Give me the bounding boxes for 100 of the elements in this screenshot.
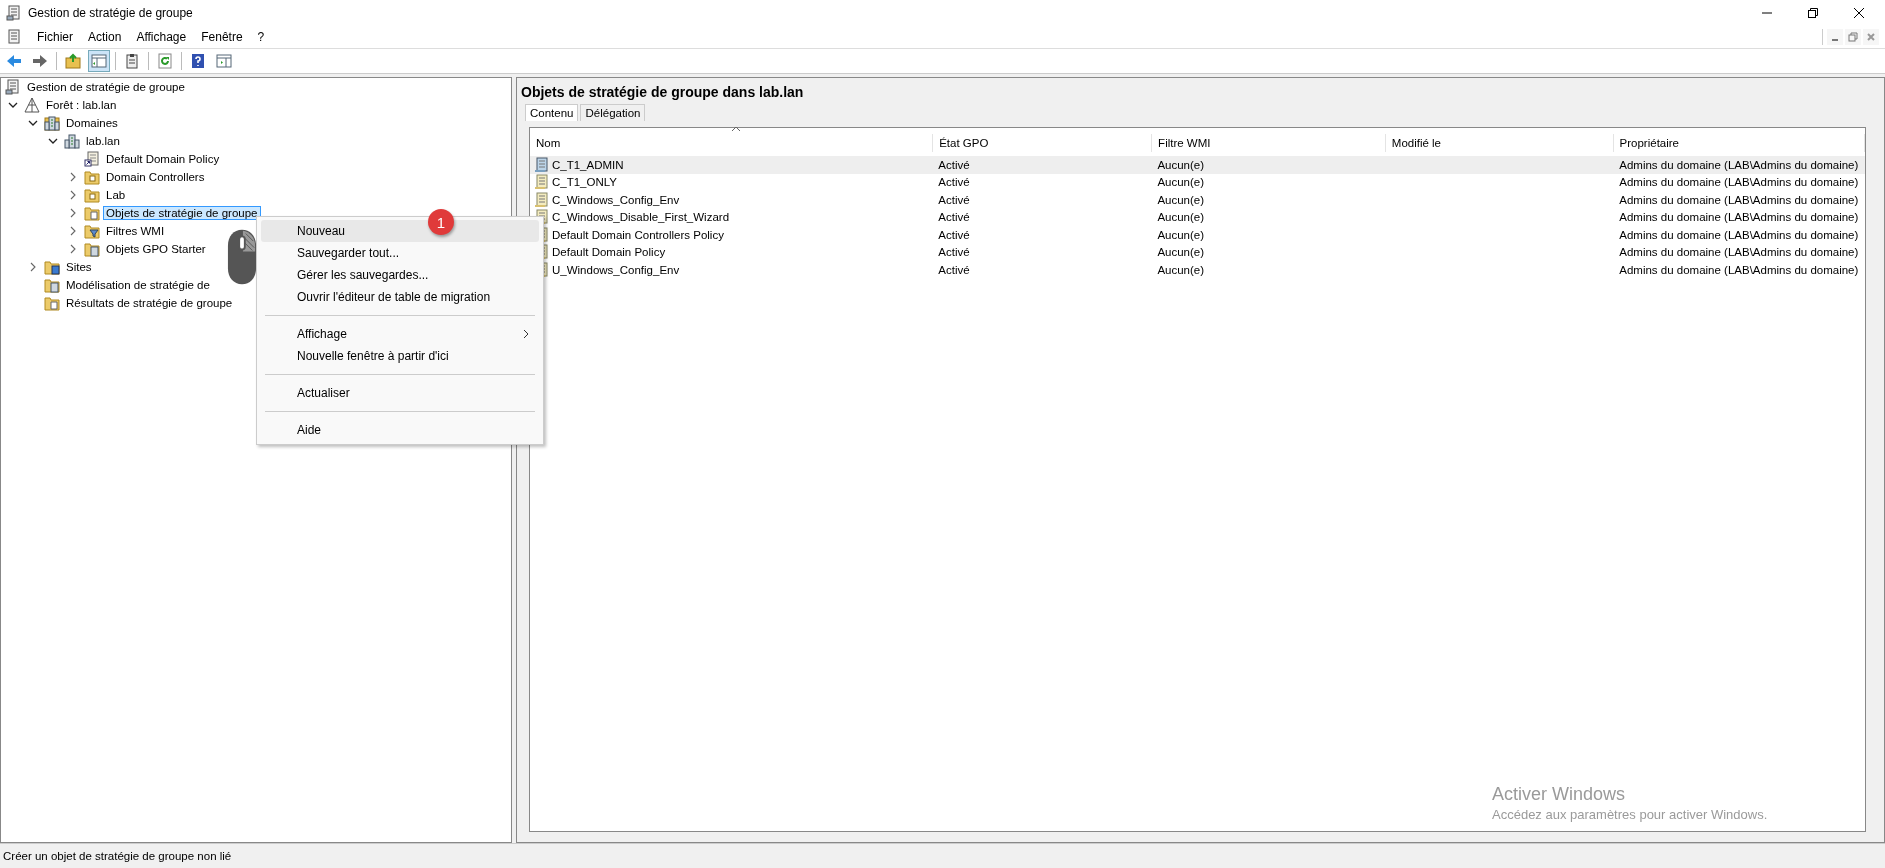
menu-item[interactable]: Gérer les sauvegardes... <box>261 264 539 286</box>
folder-icon <box>84 187 100 203</box>
table-cell: Aucun(e) <box>1157 158 1205 171</box>
menu-item[interactable]: Aide <box>261 419 539 441</box>
menu-item[interactable]: Affichage <box>261 323 539 345</box>
table-cell: Activé <box>938 228 970 241</box>
table-cell: Admins du domaine (LAB\Admins du domaine) <box>1619 246 1859 259</box>
table-cell: C_Windows_Config_Env <box>552 193 680 206</box>
collapse-chevron-icon[interactable] <box>68 208 78 218</box>
minimize-icon[interactable] <box>1827 29 1843 45</box>
window-title: Gestion de stratégie de groupe <box>28 6 193 20</box>
menu-item[interactable]: Affichage <box>136 30 187 44</box>
table-cell: Admins du domaine (LAB\Admins du domaine) <box>1619 193 1859 206</box>
expand-chevron-icon[interactable] <box>8 100 18 110</box>
scroll-icon <box>534 191 550 208</box>
activation-title: Activer Windows <box>1492 784 1627 805</box>
folder-icon <box>44 259 60 275</box>
collapse-chevron-icon[interactable] <box>68 172 78 182</box>
tree-item[interactable]: Default Domain Policy <box>103 152 223 166</box>
scroll-icon <box>534 174 550 191</box>
action-pane-icon[interactable] <box>214 51 234 71</box>
table-cell: Aucun(e) <box>1157 176 1205 189</box>
folder-icon <box>84 223 100 239</box>
collapse-chevron-icon[interactable] <box>68 190 78 200</box>
close-icon[interactable] <box>1853 7 1865 19</box>
server-icon <box>64 133 80 149</box>
tree-item[interactable]: Objets de stratégie de groupe <box>103 206 261 220</box>
tree-item[interactable]: Domaines <box>63 116 121 130</box>
panel-heading: Objets de stratégie de groupe dans lab.lan <box>521 83 805 102</box>
tree-item[interactable]: Résultats de stratégie de groupe <box>63 296 236 310</box>
table-cell: Activé <box>938 176 970 189</box>
table-cell: Default Domain Policy <box>552 246 666 259</box>
table-cell: Aucun(e) <box>1157 263 1205 276</box>
menu-item[interactable]: Action <box>88 30 122 44</box>
table-cell: Admins du domaine (LAB\Admins du domaine) <box>1619 211 1859 224</box>
table-cell: Aucun(e) <box>1157 246 1205 259</box>
menu-item[interactable]: Ouvrir l'éditeur de table de migration <box>261 286 539 308</box>
table-cell: Admins du domaine (LAB\Admins du domaine) <box>1619 228 1859 241</box>
column-header[interactable]: Nom <box>530 134 934 152</box>
expand-chevron-icon[interactable] <box>28 118 38 128</box>
table-cell: Activé <box>938 263 970 276</box>
scroll-link-icon <box>84 151 100 167</box>
menu-item[interactable]: Actualiser <box>261 382 539 404</box>
collapse-chevron-icon[interactable] <box>28 262 38 272</box>
tab[interactable]: Délégation <box>580 104 646 121</box>
menu-item[interactable]: Nouvelle fenêtre à partir d'ici <box>261 345 539 367</box>
scroll-icon <box>534 156 550 173</box>
table-cell: Activé <box>938 246 970 259</box>
folder-up-icon[interactable] <box>63 51 83 71</box>
collapse-chevron-icon[interactable] <box>68 226 78 236</box>
table-cell: Default Domain Controllers Policy <box>552 228 724 241</box>
table-cell: Aucun(e) <box>1157 228 1205 241</box>
table-cell: Admins du domaine (LAB\Admins du domaine) <box>1619 263 1859 276</box>
table-row[interactable]: C_T1_ONLY Activé Aucun(e) Admins du domaine (LAB\Admins du domaine) <box>530 173 1865 191</box>
activation-message: Accédez aux paramètres pour activer Windows. <box>1492 807 1768 822</box>
column-header[interactable]: Modifié le <box>1385 134 1614 152</box>
menu-item[interactable]: Fenêtre <box>201 30 243 44</box>
restore-icon[interactable] <box>1807 7 1819 19</box>
triangle-tree-icon <box>24 97 40 113</box>
tree-item[interactable]: Modélisation de stratégie de <box>63 278 213 292</box>
table-cell: Aucun(e) <box>1157 193 1205 206</box>
folder-icon <box>84 205 100 221</box>
table-cell: C_T1_ONLY <box>552 176 617 189</box>
folder-icon <box>44 277 60 293</box>
server-icon <box>44 115 60 131</box>
menu-item[interactable]: ? <box>257 30 265 44</box>
tree-item[interactable]: lab.lan <box>83 134 123 148</box>
menu-item[interactable]: Fichier <box>37 30 73 44</box>
folder-icon <box>84 169 100 185</box>
table-cell: Activé <box>938 211 970 224</box>
column-header[interactable]: État GPO <box>933 134 1153 152</box>
folder-icon <box>84 241 100 257</box>
console-icon <box>6 29 22 45</box>
console-icon <box>6 5 22 21</box>
column-header[interactable]: Filtre WMI <box>1152 134 1386 152</box>
table-row[interactable]: C_Windows_Config_Env Activé Aucun(e) Admins du domaine (LAB\Admins du domaine) <box>530 191 1865 209</box>
menu-item[interactable]: Sauvegarder tout... <box>261 242 539 264</box>
table-cell: C_T1_ADMIN <box>552 158 624 171</box>
console-tree-icon[interactable] <box>89 51 109 71</box>
table-cell: C_Windows_Disable_First_Wizard <box>552 211 730 224</box>
column-header[interactable]: Propriétaire <box>1613 134 1865 152</box>
status-text: Créer un objet de stratégie de groupe non lié <box>3 850 232 862</box>
refresh-icon[interactable] <box>155 51 175 71</box>
tree-item[interactable]: Forêt : lab.lan <box>43 98 120 112</box>
table-cell: Admins du domaine (LAB\Admins du domaine) <box>1619 158 1859 171</box>
tab[interactable]: Contenu <box>525 104 579 121</box>
table-cell: Admins du domaine (LAB\Admins du domaine) <box>1619 176 1859 189</box>
tree-item[interactable]: Gestion de stratégie de groupe <box>24 80 188 94</box>
tree-item[interactable]: Objets GPO Starter <box>103 242 209 256</box>
tree-item[interactable]: Filtres WMI <box>103 224 168 238</box>
tree-item[interactable]: Sites <box>63 260 95 274</box>
table-cell: Activé <box>938 193 970 206</box>
table-cell: Activé <box>938 158 970 171</box>
expand-chevron-icon[interactable] <box>48 136 58 146</box>
tree-item[interactable]: Domain Controllers <box>103 170 208 184</box>
table-cell: Aucun(e) <box>1157 211 1205 224</box>
table-row[interactable]: C_T1_ADMIN Activé Aucun(e) Admins du domaine (LAB\Admins du domaine) <box>530 156 1865 174</box>
collapse-chevron-icon[interactable] <box>68 244 78 254</box>
tree-item[interactable]: Lab <box>103 188 129 202</box>
folder-icon <box>44 295 60 311</box>
